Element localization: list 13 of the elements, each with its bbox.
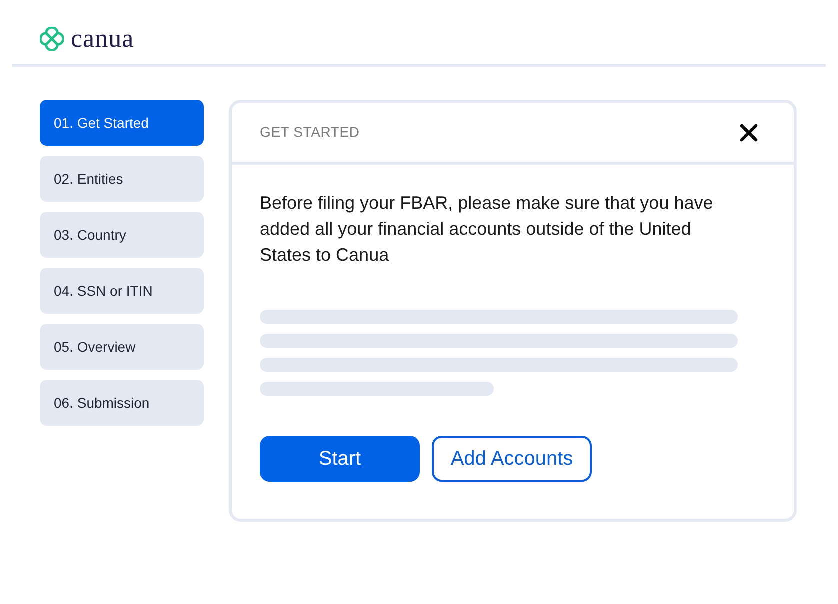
step-item[interactable]: 05. Overview [40,324,204,370]
step-item[interactable]: 04. SSN or ITIN [40,268,204,314]
add-accounts-button[interactable]: Add Accounts [432,436,592,482]
close-icon[interactable] [740,124,758,142]
logo-icon [40,27,64,51]
panel-title: GET STARTED [260,123,360,142]
start-button[interactable]: Start [260,436,420,482]
step-item[interactable]: 02. Entities [40,156,204,202]
intro-text: Before filing your FBAR, please make sure that you have added all your financial accounts outside of the United States to Canua [260,192,714,267]
logo-text: canua [71,25,134,53]
step-item[interactable]: 06. Submission [40,380,204,426]
step-item[interactable]: 03. Country [40,212,204,258]
step-item[interactable]: 01. Get Started [40,100,204,146]
